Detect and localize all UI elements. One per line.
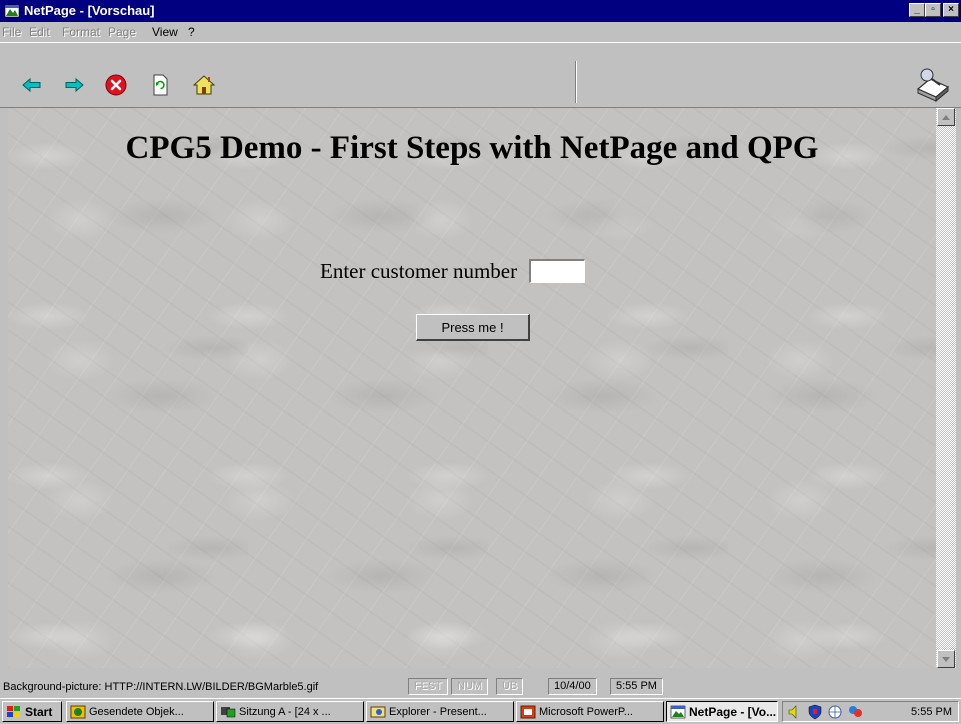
minimize-button[interactable]: _	[909, 3, 925, 17]
customer-number-input[interactable]	[529, 259, 586, 283]
back-button[interactable]	[20, 73, 44, 97]
task-label: Gesendete Objek...	[89, 705, 184, 718]
page-title: CPG5 Demo - First Steps with NetPage and…	[125, 130, 819, 166]
stop-button[interactable]	[104, 73, 128, 97]
customer-number-label: Enter customer number	[320, 258, 518, 283]
task-label: Microsoft PowerP...	[539, 705, 633, 718]
task-powerpoint[interactable]: Microsoft PowerP...	[516, 701, 664, 722]
close-icon: ×	[948, 4, 954, 15]
messenger-icon[interactable]	[847, 704, 863, 720]
refresh-icon	[153, 74, 168, 96]
explorer-icon	[370, 706, 386, 717]
status-date: 10/4/00	[548, 678, 597, 695]
taskbar: Start Gesendete Objek... Sitzung A - [24…	[0, 698, 961, 724]
status-bar: Background-picture: HTTP://INTERN.LW/BIL…	[0, 677, 961, 697]
task-label: Explorer - Present...	[389, 705, 487, 718]
menu-help[interactable]: ?	[188, 25, 195, 39]
powerpoint-icon	[520, 705, 536, 718]
restore-icon: ▫	[931, 4, 935, 15]
title-bar[interactable]: NetPage - [Vorschau] _ ▫ ×	[0, 0, 961, 22]
menu-bar: File Edit Format Page View ?	[0, 22, 961, 42]
outlook-icon	[70, 705, 86, 718]
stop-icon	[105, 74, 127, 96]
terminal-session-icon	[221, 706, 236, 717]
home-button[interactable]	[192, 73, 216, 97]
menu-edit[interactable]: Edit	[29, 25, 50, 39]
scroll-up-button[interactable]	[937, 108, 955, 126]
taskbar-clock[interactable]: 5:55 PM	[911, 706, 952, 718]
network-icon[interactable]	[827, 704, 843, 720]
status-text: Background-picture: HTTP://INTERN.LW/BIL…	[3, 681, 319, 693]
minimize-icon: _	[914, 4, 920, 15]
task-explorer[interactable]: Explorer - Present...	[366, 701, 514, 722]
refresh-button[interactable]	[148, 73, 172, 97]
chevron-down-icon	[942, 656, 950, 662]
toolbar-separator	[575, 61, 577, 103]
close-button[interactable]: ×	[943, 3, 959, 17]
windows-logo-icon	[7, 705, 20, 717]
chevron-up-icon	[942, 114, 950, 120]
forward-icon	[65, 77, 84, 93]
task-label: Sitzung A - [24 x ...	[239, 705, 331, 718]
task-outlook[interactable]: Gesendete Objek...	[66, 701, 214, 722]
task-session[interactable]: Sitzung A - [24 x ...	[216, 701, 364, 722]
start-button[interactable]: Start	[2, 701, 62, 722]
netpage-icon	[670, 705, 686, 718]
status-ueb: ÜB	[496, 678, 524, 695]
menu-file[interactable]: File	[2, 25, 21, 39]
status-fest: FEST	[408, 678, 449, 695]
netpage-app-icon	[4, 4, 20, 18]
menu-view[interactable]: View	[152, 25, 178, 39]
netpage-logo-icon	[916, 68, 950, 103]
forward-button[interactable]	[62, 73, 86, 97]
netpage-window: NetPage - [Vorschau] _ ▫ × File Edit For…	[0, 0, 961, 724]
task-label: NetPage - [Vo...	[689, 704, 777, 719]
speaker-icon[interactable]	[787, 704, 803, 720]
scroll-down-button[interactable]	[937, 650, 955, 668]
home-icon	[193, 75, 215, 95]
system-tray: 5:55 PM	[782, 701, 959, 722]
back-icon	[22, 77, 41, 93]
menu-format[interactable]: Format	[62, 25, 100, 39]
vertical-scrollbar[interactable]	[936, 108, 956, 668]
customer-form: Enter customer number	[320, 258, 586, 284]
shield-icon[interactable]	[807, 704, 823, 720]
task-netpage[interactable]: NetPage - [Vo...	[666, 701, 778, 722]
start-label: Start	[25, 704, 53, 719]
window-title: NetPage - [Vorschau]	[24, 3, 155, 18]
press-me-button[interactable]: Press me !	[416, 314, 530, 341]
page-content: CPG5 Demo - First Steps with NetPage and…	[8, 108, 936, 668]
status-time: 5:55 PM	[610, 678, 663, 695]
status-num: NUM	[451, 678, 489, 695]
toolbar	[0, 42, 961, 108]
restore-button[interactable]: ▫	[925, 3, 941, 17]
menu-page[interactable]: Page	[108, 25, 136, 39]
